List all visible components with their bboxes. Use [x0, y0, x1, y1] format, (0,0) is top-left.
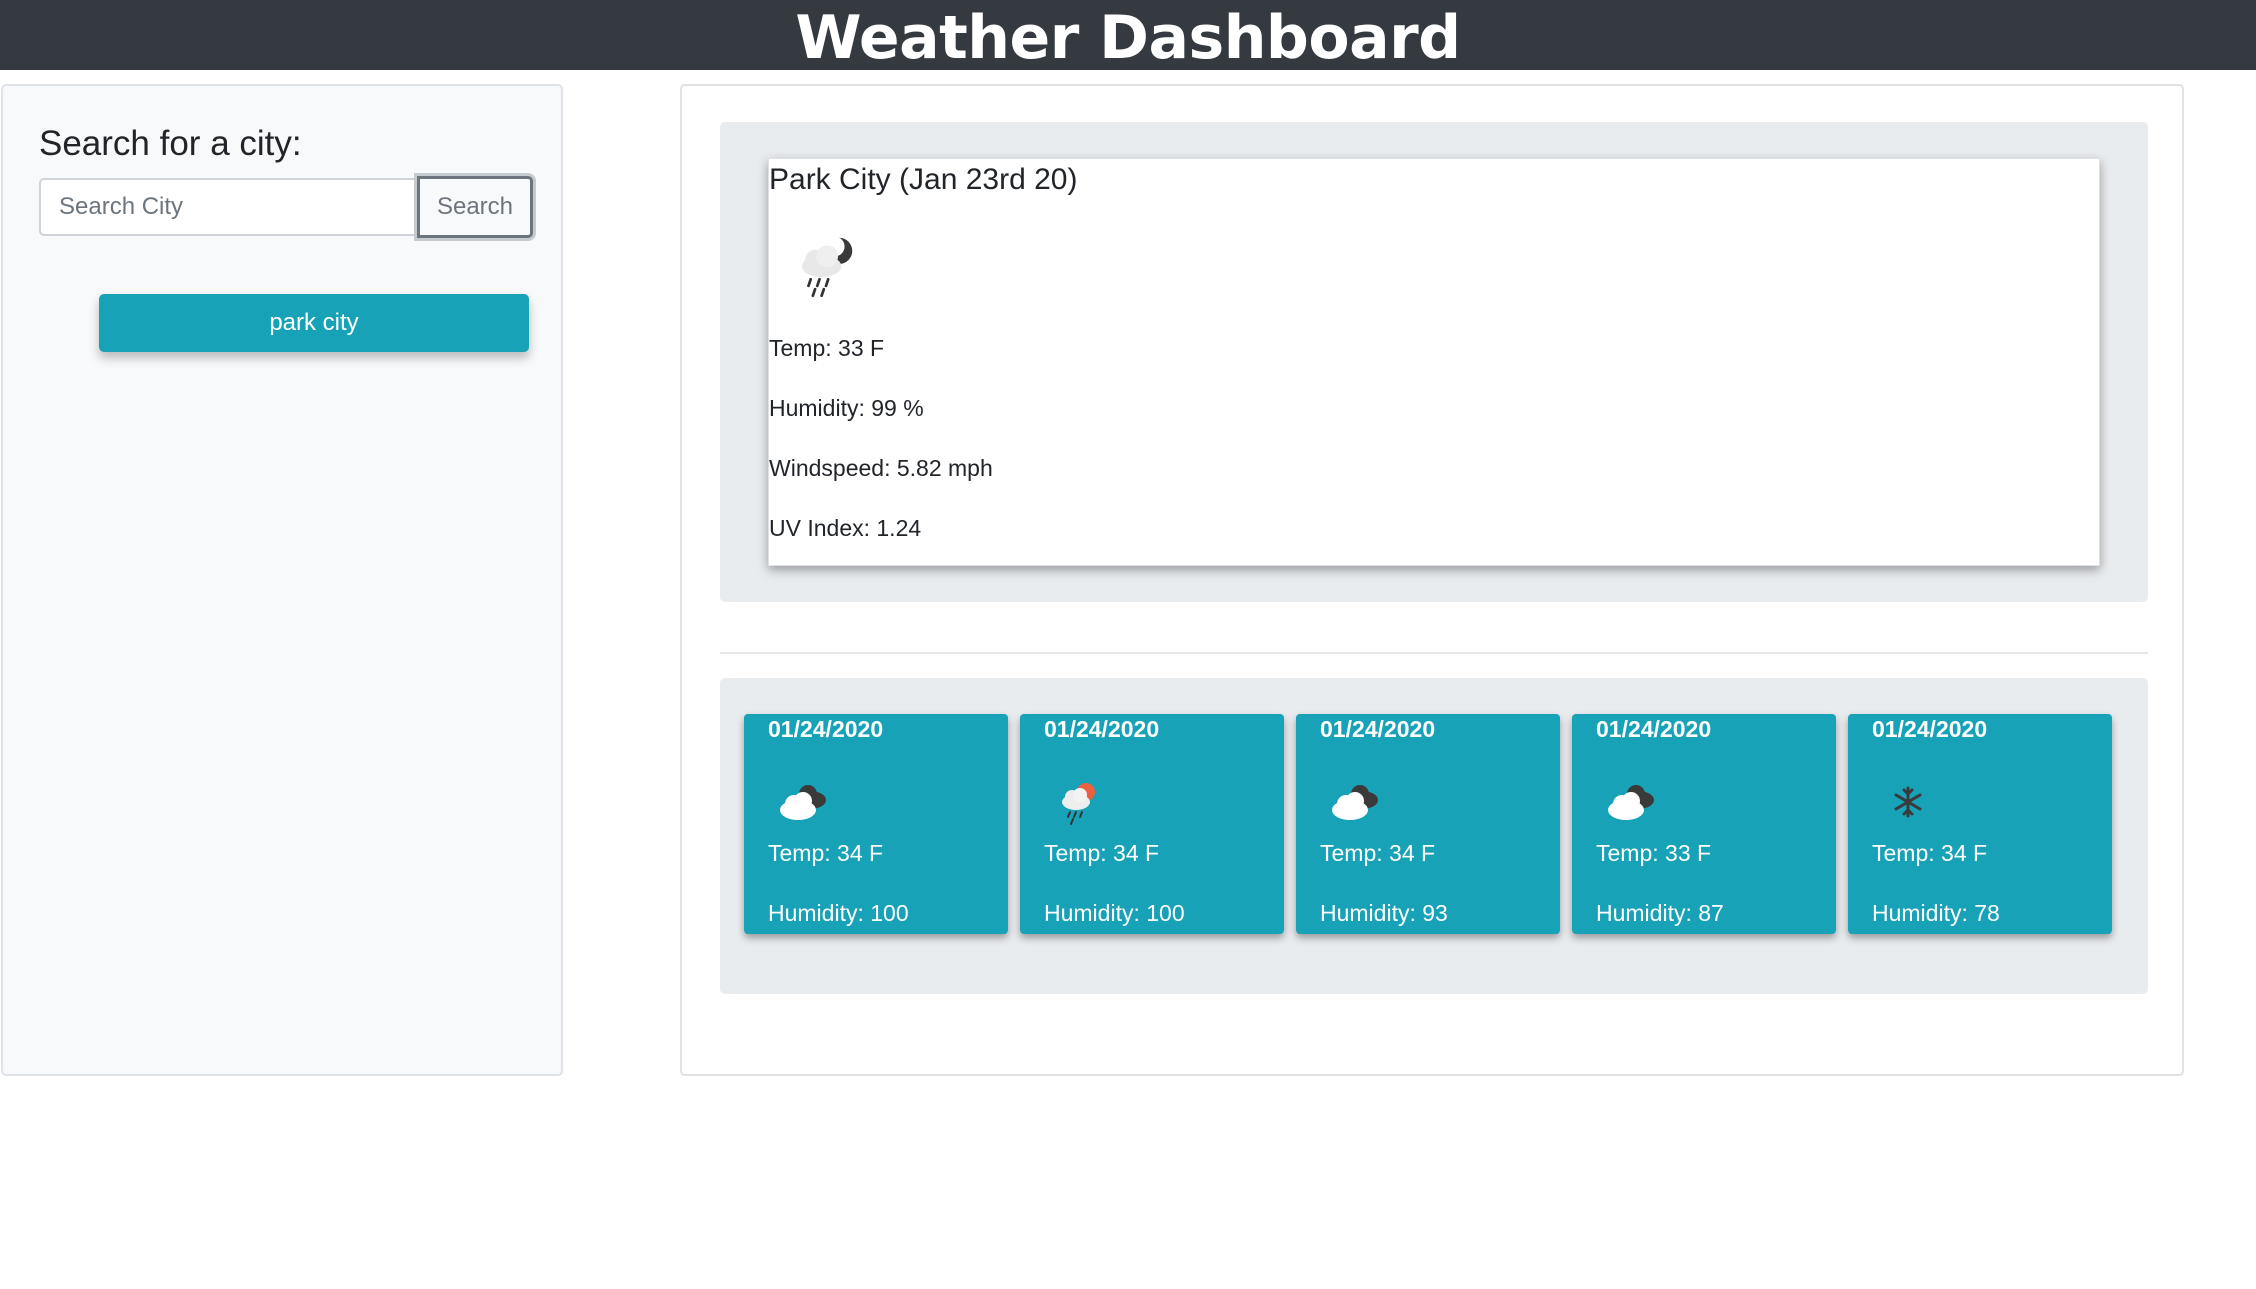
- search-input[interactable]: [39, 178, 419, 236]
- app-header: Weather Dashboard: [0, 0, 2256, 73]
- snowflake-icon: [1894, 786, 1922, 818]
- forecast-card: 01/24/2020 Temp: 34 F Humidity: 100: [1020, 714, 1284, 934]
- broken-clouds-icon: [780, 785, 826, 820]
- broken-clouds-icon: [1332, 785, 1378, 820]
- forecast-date: 01/24/2020: [1596, 716, 1712, 742]
- forecast-date: 01/24/2020: [768, 716, 884, 742]
- divider: [720, 652, 2148, 654]
- current-weather-card: Park City (Jan 23rd 20) Temp: 33 F Humid…: [768, 158, 2100, 566]
- forecast-card: 01/24/2020 Temp: 34 F Humidity: 93: [1296, 714, 1560, 934]
- current-weather-section: Park City (Jan 23rd 20) Temp: 33 F Humid…: [720, 122, 2148, 602]
- weather-main-panel: Park City (Jan 23rd 20) Temp: 33 F Humid…: [680, 84, 2184, 1076]
- rain-sun-icon: [1062, 783, 1095, 825]
- forecast-date: 01/24/2020: [1320, 716, 1436, 742]
- page-title: Weather Dashboard: [795, 3, 1461, 73]
- forecast-date: 01/24/2020: [1872, 716, 1988, 742]
- history-city-button[interactable]: park city: [99, 294, 529, 352]
- forecast-temp: Temp: 33 F: [1596, 840, 1712, 866]
- rain-night-icon: [801, 236, 853, 298]
- forecast-card: 01/24/2020 Temp: 33 F Humidity: 87: [1572, 714, 1836, 934]
- current-windspeed: Windspeed: 5.82 mph: [769, 455, 993, 481]
- current-uv-index: UV Index: 1.24: [769, 515, 922, 541]
- forecast-temp: Temp: 34 F: [1044, 840, 1160, 866]
- forecast-humidity: Humidity: 87: [1596, 900, 1724, 926]
- forecast-temp: Temp: 34 F: [1872, 840, 1988, 866]
- forecast-temp: Temp: 34 F: [1320, 840, 1436, 866]
- forecast-humidity: Humidity: 78: [1872, 900, 2000, 926]
- forecast-temp: Temp: 34 F: [768, 840, 884, 866]
- forecast-humidity: Humidity: 100: [1044, 900, 1185, 926]
- search-heading: Search for a city:: [39, 124, 302, 163]
- search-button[interactable]: Search: [417, 176, 533, 238]
- forecast-card: 01/24/2020 Temp: 34 F Humidity: 78: [1848, 714, 2112, 934]
- search-panel: Search for a city: Search park city: [1, 84, 563, 1076]
- forecast-humidity: Humidity: 93: [1320, 900, 1448, 926]
- forecast-card: 01/24/2020 Temp: 34 F Humidity: 100: [744, 714, 1008, 934]
- forecast-section: 01/24/2020 Temp: 34 F Humidity: 100 01/2…: [720, 678, 2148, 994]
- current-humidity: Humidity: 99 %: [769, 395, 924, 421]
- forecast-humidity: Humidity: 100: [768, 900, 909, 926]
- broken-clouds-icon: [1608, 785, 1654, 820]
- forecast-date: 01/24/2020: [1044, 716, 1160, 742]
- current-city-title: Park City (Jan 23rd 20): [769, 163, 1078, 196]
- current-temp: Temp: 33 F: [769, 335, 885, 361]
